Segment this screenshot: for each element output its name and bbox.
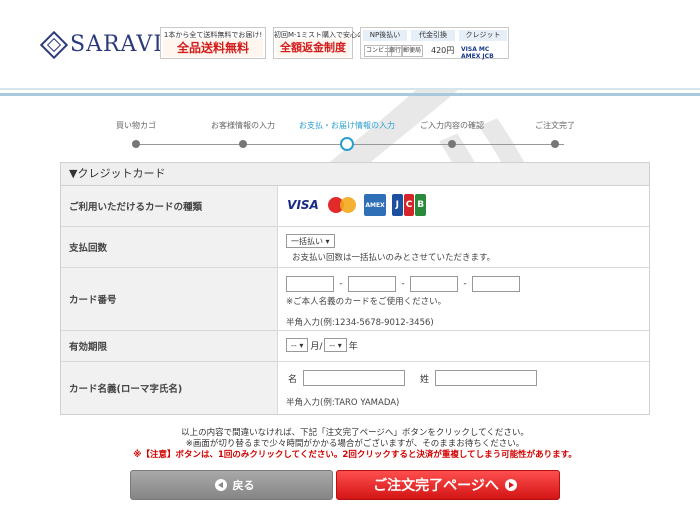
first-name-input[interactable] bbox=[302, 370, 405, 386]
refund-banner: 初回M-1ミスト購入で安心の30日間 全額返金制度 bbox=[273, 27, 387, 59]
arrow-right-icon bbox=[504, 479, 517, 491]
free-shipping-banner: 1本から全て送料無料でお届け! 全品送料無料 bbox=[160, 27, 266, 59]
year-unit: 年 bbox=[348, 341, 358, 352]
step-label: お支払・お届け情報の入力 bbox=[299, 121, 395, 130]
installments-select[interactable]: 一括払い ▾ bbox=[286, 234, 335, 248]
expiry-value: -- ▾ 月/-- ▾ 年 bbox=[278, 331, 649, 361]
expiry-month-select[interactable]: -- ▾ bbox=[286, 338, 309, 352]
jcb-b: B bbox=[415, 194, 427, 216]
step-customer-info: お客様情報の入力 bbox=[183, 120, 303, 148]
card-holder-label: カード名義(ローマ字氏名) bbox=[61, 362, 278, 414]
expiry-row: 有効期限 -- ▾ 月/-- ▾ 年 bbox=[61, 331, 649, 362]
step-cart: 買い物カゴ bbox=[76, 120, 196, 148]
last-name-input[interactable] bbox=[434, 370, 537, 386]
month-unit: 月/ bbox=[310, 341, 323, 352]
step-label: ご注文完了 bbox=[535, 121, 575, 130]
payment-methods-info: NP後払い 代金引換 クレジット コンビニ 銀行 郵便局 420円 VISA M… bbox=[360, 27, 509, 60]
header-divider-thick bbox=[0, 93, 700, 96]
card-number-input-3[interactable] bbox=[410, 276, 458, 292]
card-holder-row: カード名義(ローマ字氏名) 名 姓 半角入力(例:TARO YAMADA) bbox=[61, 362, 649, 414]
step-label: お客様情報の入力 bbox=[211, 121, 275, 130]
card-holder-value: 名 姓 半角入力(例:TARO YAMADA) bbox=[278, 362, 649, 414]
step-payment-delivery: お支払・お届け情報の入力 bbox=[287, 120, 407, 151]
card-number-input-4[interactable] bbox=[472, 276, 520, 292]
card-number-label: カード番号 bbox=[61, 268, 278, 330]
installments-row: 支払回数 一括払い ▾ お支払い回数は一括払いのみとさせていただきます。 bbox=[61, 227, 649, 268]
dash: - bbox=[463, 279, 467, 289]
np-label: NP後払い bbox=[363, 30, 407, 41]
notice-warning: ※【注意】ボタンは、1回のみクリックしてください。2回クリックすると決済が重複し… bbox=[133, 450, 577, 460]
step-dot bbox=[551, 140, 559, 148]
order-notice: 以上の内容で間違いなければ、下記「注文完了ページへ」ボタンをクリックしてください… bbox=[60, 428, 650, 461]
installments-value: 一括払い ▾ お支払い回数は一括払いのみとさせていただきます。 bbox=[278, 227, 649, 267]
back-button[interactable]: 戻る bbox=[130, 470, 333, 500]
step-dot bbox=[239, 140, 247, 148]
notice-line-1: 以上の内容で間違いなければ、下記「注文完了ページへ」ボタンをクリックしてください… bbox=[181, 428, 529, 438]
dash: - bbox=[339, 279, 343, 289]
post-label: 郵便局 bbox=[401, 45, 424, 57]
form-title: ▼クレジットカード bbox=[61, 163, 649, 186]
step-complete: ご注文完了 bbox=[495, 120, 615, 148]
accepted-cards: VISA AMEX J C B bbox=[286, 194, 641, 216]
visa-icon: VISA bbox=[286, 194, 320, 216]
step-label: ご入力内容の確認 bbox=[420, 121, 484, 130]
step-dot bbox=[448, 140, 456, 148]
checkout-steps: 買い物カゴ お客様情報の入力 お支払・お届け情報の入力 ご入力内容の確認 ご注文… bbox=[100, 120, 600, 160]
step-dot bbox=[132, 140, 140, 148]
card-types-row: ご利用いただけるカードの種類 VISA AMEX J C B bbox=[61, 186, 649, 227]
credit-label: クレジット bbox=[459, 30, 507, 41]
header-divider-thin bbox=[0, 88, 700, 90]
arrow-left-icon bbox=[214, 479, 227, 491]
complete-order-label: ご注文完了ページへ bbox=[373, 478, 499, 494]
installments-label: 支払回数 bbox=[61, 227, 278, 267]
card-types-label: ご利用いただけるカードの種類 bbox=[61, 186, 278, 226]
card-types-value: VISA AMEX J C B bbox=[278, 186, 649, 226]
card-number-value: - - - ※ご本人名義のカードをご使用ください。 半角入力(例:1234-5678… bbox=[278, 268, 649, 330]
logo-mark-icon bbox=[39, 30, 69, 59]
back-button-label: 戻る bbox=[232, 479, 255, 492]
credit-card-logos-icon: VISA MC AMEX JCB bbox=[461, 46, 494, 60]
step-confirm: ご入力内容の確認 bbox=[392, 120, 512, 148]
step-label: 買い物カゴ bbox=[116, 121, 156, 130]
first-name-label: 名 bbox=[288, 374, 298, 385]
card-number-input-1[interactable] bbox=[286, 276, 334, 292]
amex-icon: AMEX bbox=[364, 194, 386, 216]
cod-fee: 420円 bbox=[431, 46, 455, 55]
jcb-icon: J C B bbox=[392, 194, 427, 216]
jcb-c: C bbox=[403, 194, 415, 216]
expiry-year-select[interactable]: -- ▾ bbox=[324, 338, 347, 352]
refund-title: 全額返金制度 bbox=[276, 39, 350, 57]
installments-note: お支払い回数は一括払いのみとさせていただきます。 bbox=[292, 253, 496, 263]
credit-card-form: ▼クレジットカード ご利用いただけるカードの種類 VISA AMEX J C B… bbox=[60, 162, 650, 415]
last-name-label: 姓 bbox=[420, 374, 430, 385]
card-number-format-note: 半角入力(例:1234-5678-9012-3456) bbox=[286, 318, 434, 328]
jcb-j: J bbox=[392, 194, 403, 216]
card-number-note: ※ご本人名義のカードをご使用ください。 bbox=[286, 297, 447, 307]
cod-label: 代金引換 bbox=[411, 30, 455, 41]
mastercard-icon bbox=[326, 194, 358, 216]
card-number-input-2[interactable] bbox=[348, 276, 396, 292]
card-holder-note: 半角入力(例:TARO YAMADA) bbox=[286, 398, 400, 408]
site-header: SARAVIO 1本から全て送料無料でお届け! 全品送料無料 初回M-1ミスト購… bbox=[0, 0, 700, 90]
dash: - bbox=[401, 279, 405, 289]
card-number-row: カード番号 - - - ※ご本人名義のカードをご使用ください。 半角入力(例:123… bbox=[61, 268, 649, 331]
step-dot-active bbox=[340, 137, 354, 151]
free-shipping-title: 全品送料無料 bbox=[163, 39, 263, 57]
notice-line-2: ※画面が切り替るまで少々時間がかかる場合がございますが、そのままお待ちください。 bbox=[185, 439, 525, 449]
expiry-label: 有効期限 bbox=[61, 331, 278, 361]
complete-order-button[interactable]: ご注文完了ページへ bbox=[336, 470, 560, 500]
